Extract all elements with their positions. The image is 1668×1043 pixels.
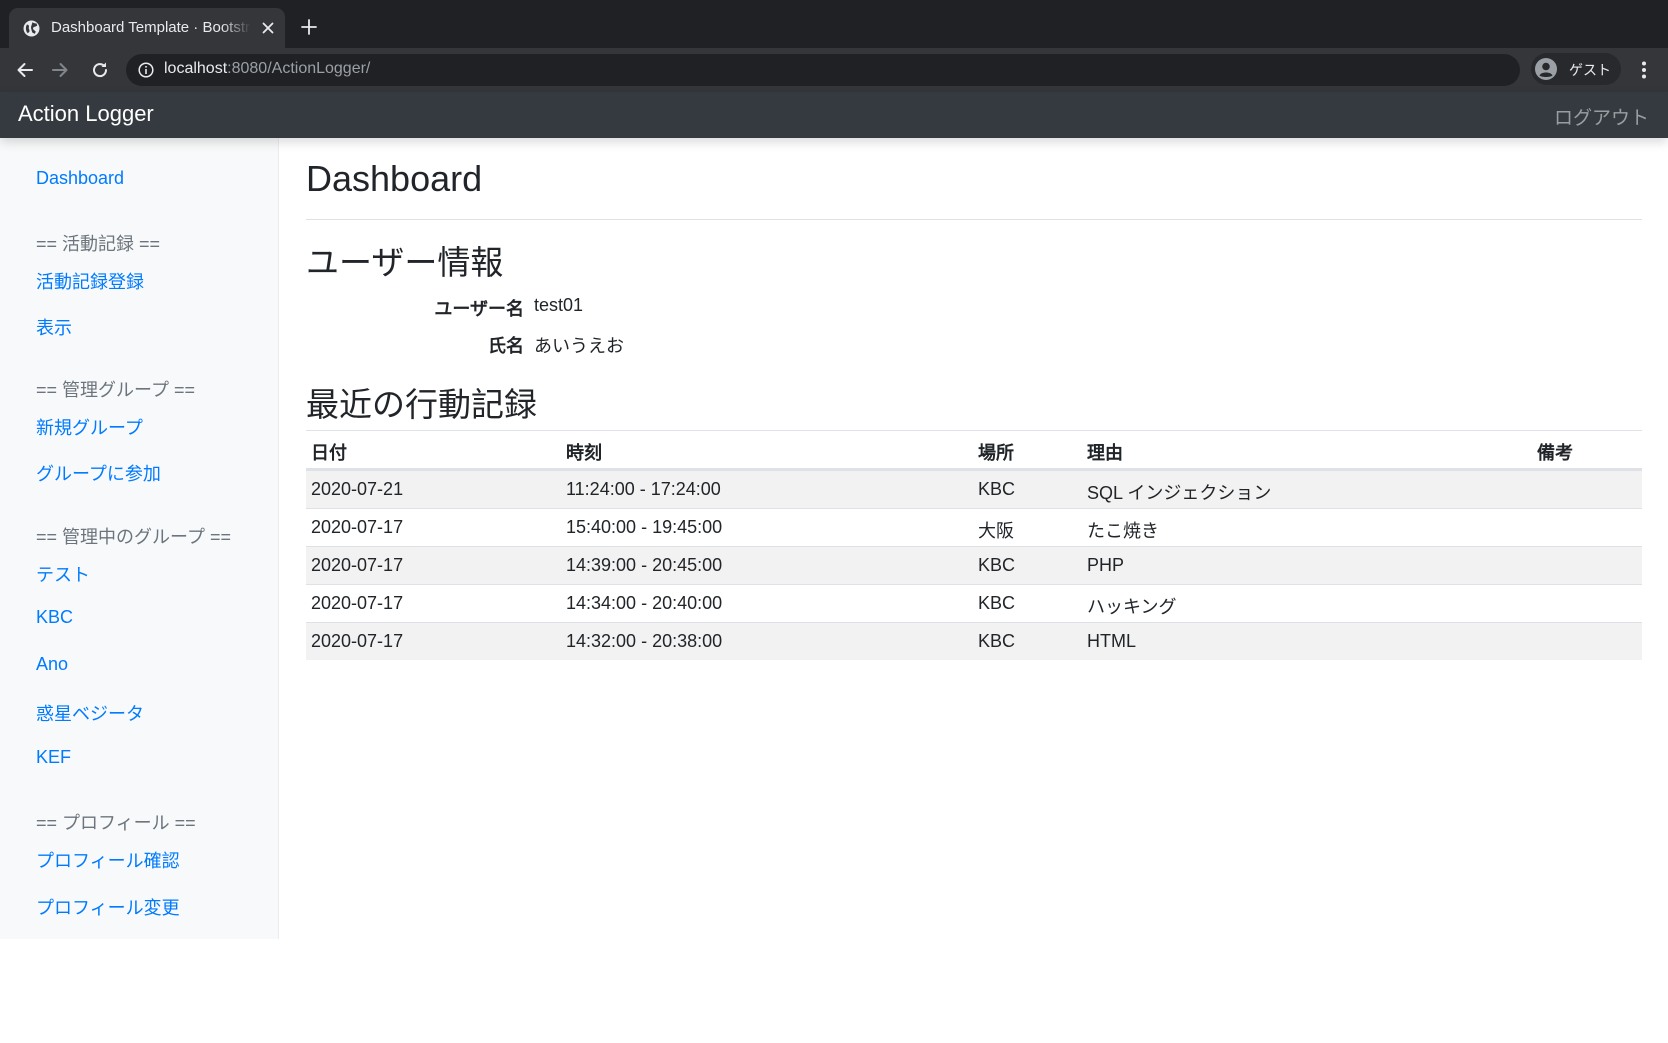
sidebar-item-join-group[interactable]: グループに参加: [36, 460, 161, 486]
recent-activity-heading: 最近の行動記録: [306, 386, 537, 423]
table-top-border: [306, 430, 1642, 431]
column-header-time: 時刻: [566, 443, 602, 463]
profile-icon: [1535, 58, 1557, 80]
tab-title: Dashboard Template · Bootstrap: [51, 19, 251, 36]
cell-date: 2020-07-17: [311, 555, 404, 575]
cell-reason: PHP: [1087, 555, 1125, 575]
sidebar-item-new-group[interactable]: 新規グループ: [36, 414, 143, 440]
page-title: Dashboard: [306, 158, 483, 199]
forward-icon[interactable]: [49, 59, 71, 81]
address-bar[interactable]: localhost:8080/ActionLogger/: [126, 54, 1520, 86]
plus-icon[interactable]: [300, 18, 318, 36]
cell-date: 2020-07-17: [311, 631, 404, 651]
cell-reason: SQL インジェクション: [1087, 483, 1272, 503]
table-row: 2020-07-17 14:32:00 - 20:38:00 KBC HTML: [306, 622, 1642, 660]
cell-date: 2020-07-17: [311, 517, 404, 537]
column-header-notes: 備考: [1537, 443, 1573, 463]
app-navbar: Action Logger ログアウト: [0, 92, 1668, 138]
reload-icon[interactable]: [89, 59, 111, 81]
cell-reason: HTML: [1087, 631, 1136, 651]
cell-time: 14:39:00 - 20:45:00: [566, 555, 723, 575]
url-text: localhost:8080/ActionLogger/: [164, 60, 371, 77]
cell-place: 大阪: [978, 521, 1014, 541]
cell-time: 14:32:00 - 20:38:00: [566, 631, 723, 651]
back-icon[interactable]: [14, 59, 36, 81]
table-row: 2020-07-17 14:34:00 - 20:40:00 KBC ハッキング: [306, 584, 1642, 622]
username-label: ユーザー名: [434, 299, 524, 319]
sidebar-item-group[interactable]: KEF: [36, 747, 71, 768]
logout-link[interactable]: ログアウト: [1554, 103, 1649, 130]
more-vert-icon[interactable]: [1633, 59, 1655, 81]
brand-link[interactable]: Action Logger: [18, 101, 154, 127]
sidebar-heading-activity: == 活動記録 ==: [36, 234, 161, 254]
cell-time: 11:24:00 - 17:24:00: [566, 479, 721, 499]
column-header-reason: 理由: [1087, 443, 1123, 463]
profile-label: ゲスト: [1569, 62, 1611, 78]
cell-place: KBC: [978, 631, 1016, 651]
cell-date: 2020-07-17: [311, 593, 404, 613]
sidebar-heading-admin-group: == 管理グループ ==: [36, 380, 195, 400]
sidebar-heading-profile: == プロフィール ==: [36, 813, 196, 833]
profile-button[interactable]: ゲスト: [1531, 53, 1621, 85]
cell-place: KBC: [978, 555, 1016, 575]
cell-date: 2020-07-21: [311, 479, 404, 499]
sidebar-item-group[interactable]: テスト: [36, 561, 90, 587]
cell-place: KBC: [978, 479, 1016, 499]
browser-toolbar: localhost:8080/ActionLogger/ ゲスト: [0, 48, 1668, 92]
sidebar-item-activity-register[interactable]: 活動記録登録: [36, 268, 144, 294]
table-row: 2020-07-17 15:40:00 - 19:45:00 大阪 たこ焼き: [306, 508, 1642, 546]
sidebar-item-activity-view[interactable]: 表示: [36, 314, 72, 340]
close-icon[interactable]: [259, 19, 277, 37]
cell-reason: ハッキング: [1087, 597, 1177, 617]
column-header-date: 日付: [311, 443, 347, 463]
title-divider: [306, 219, 1642, 220]
sidebar-item-profile-edit[interactable]: プロフィール変更: [36, 894, 180, 920]
sidebar: Dashboard == 活動記録 == 活動記録登録 表示 == 管理グループ…: [0, 138, 279, 939]
table-row: 2020-07-17 14:39:00 - 20:45:00 KBC PHP: [306, 546, 1642, 584]
fullname-label: 氏名: [488, 336, 524, 356]
sidebar-item-dashboard[interactable]: Dashboard: [36, 168, 124, 189]
sidebar-item-profile-view[interactable]: プロフィール確認: [36, 847, 180, 873]
user-info-heading: ユーザー情報: [306, 244, 504, 281]
sidebar-item-group[interactable]: 惑星ベジータ: [36, 700, 144, 726]
globe-icon: [23, 20, 40, 37]
sidebar-heading-managed-groups: == 管理中のグループ ==: [36, 527, 231, 547]
cell-reason: たこ焼き: [1087, 521, 1159, 541]
browser-tab[interactable]: Dashboard Template · Bootstrap: [9, 8, 285, 48]
browser-tabstrip: Dashboard Template · Bootstrap: [0, 0, 1668, 48]
table-row: 2020-07-21 11:24:00 - 17:24:00 KBC SQL イ…: [306, 470, 1642, 508]
cell-time: 14:34:00 - 20:40:00: [566, 593, 723, 613]
column-header-place: 場所: [978, 443, 1014, 463]
info-icon[interactable]: [138, 62, 154, 78]
username-value: test01: [534, 295, 584, 315]
sidebar-item-group[interactable]: KBC: [36, 607, 73, 628]
fullname-value: あいうえお: [534, 336, 624, 356]
sidebar-item-group[interactable]: Ano: [36, 654, 68, 675]
cell-time: 15:40:00 - 19:45:00: [566, 517, 723, 537]
cell-place: KBC: [978, 593, 1016, 613]
